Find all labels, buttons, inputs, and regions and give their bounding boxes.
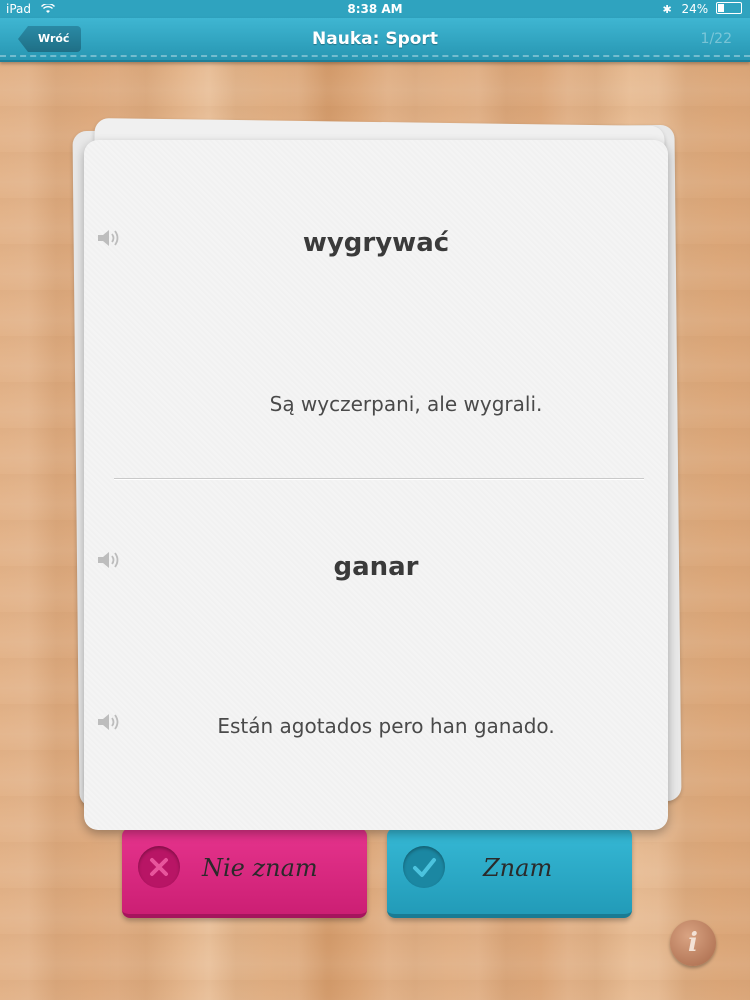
flashcard[interactable]: wygrywać Są wyczerpani, ale wygrali. gan… bbox=[84, 140, 668, 830]
status-bar: iPad 8:38 AM ✱ 24% bbox=[0, 0, 750, 18]
page-title: Nauka: Sport bbox=[312, 29, 438, 49]
battery-icon bbox=[716, 2, 742, 14]
status-right: ✱ 24% bbox=[662, 2, 742, 16]
dont-know-button[interactable]: Nie znam bbox=[122, 828, 367, 918]
back-word: ganar bbox=[333, 552, 419, 582]
dont-know-label: Nie znam bbox=[202, 854, 318, 882]
battery-percent: 24% bbox=[681, 2, 709, 16]
bluetooth-icon: ✱ bbox=[662, 3, 672, 16]
close-icon bbox=[138, 846, 180, 888]
nav-bar: Wróć Nauka: Sport 1/22 bbox=[0, 18, 750, 62]
status-time: 8:38 AM bbox=[347, 2, 403, 16]
info-button[interactable]: i bbox=[670, 920, 716, 966]
checkmark-icon bbox=[403, 846, 445, 888]
know-label: Znam bbox=[483, 854, 553, 882]
know-button[interactable]: Znam bbox=[387, 828, 632, 918]
card-counter: 1/22 bbox=[700, 31, 732, 47]
front-sentence: Są wyczerpani, ale wygrali. bbox=[269, 392, 543, 416]
card-divider bbox=[114, 478, 644, 479]
back-sentence: Están agotados pero han ganado. bbox=[217, 714, 555, 738]
nav-stitch-divider bbox=[0, 55, 750, 57]
front-word: wygrywać bbox=[302, 228, 450, 258]
